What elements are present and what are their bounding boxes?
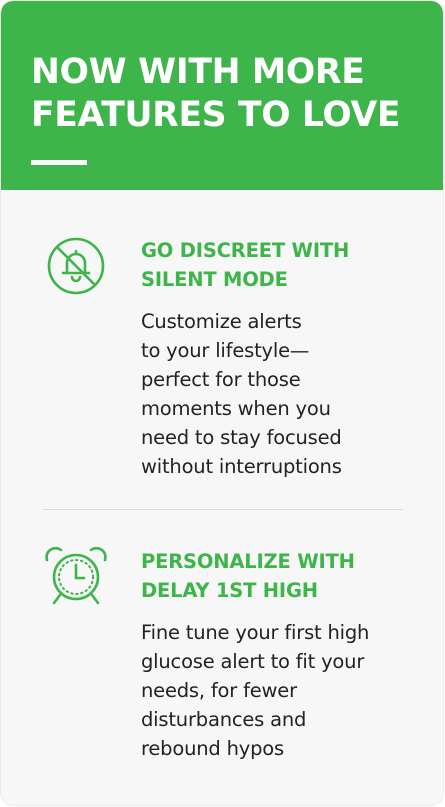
feature-desc-line: to your lifestyle— (141, 339, 310, 362)
feature-desc-line: rebound hypos (141, 737, 284, 760)
feature-desc-line: glucose alert to fit your (141, 650, 365, 673)
feature-title-line: SILENT MODE (141, 268, 288, 291)
header-title: NOW WITH MORE FEATURES TO LOVE (31, 51, 431, 137)
feature-title-line: DELAY 1ST HIGH (141, 579, 318, 602)
silent-mode-description: Customize alerts to your lifestyle— perf… (141, 307, 342, 481)
feature-desc-line: perfect for those (141, 368, 301, 391)
header-title-line: NOW WITH MORE (31, 52, 365, 92)
feature-title-line: GO DISCREET WITH (141, 239, 350, 262)
feature-desc-line: needs, for fewer (141, 679, 297, 702)
feature-desc-line: moments when you (141, 397, 331, 420)
feature-title-line: PERSONALIZE WITH (141, 550, 355, 573)
silent-mode-title: GO DISCREET WITH SILENT MODE (141, 236, 421, 294)
section-divider (43, 509, 403, 510)
feature-desc-line: Customize alerts (141, 310, 302, 333)
feature-desc-line: need to stay focused (141, 426, 342, 449)
feature-desc-line: Fine tune your first high (141, 621, 370, 644)
feature-desc-line: without interruptions (141, 455, 342, 478)
card-header: NOW WITH MORE FEATURES TO LOVE (1, 1, 443, 190)
bell-off-icon (47, 237, 105, 295)
delay-first-high-title: PERSONALIZE WITH DELAY 1ST HIGH (141, 547, 421, 605)
feature-desc-line: disturbances and (141, 708, 307, 731)
features-card: NOW WITH MORE FEATURES TO LOVE GO DISCRE… (1, 1, 443, 805)
delay-first-high-description: Fine tune your first high glucose alert … (141, 618, 369, 763)
header-underline (31, 160, 87, 165)
header-title-line: FEATURES TO LOVE (31, 95, 401, 135)
alarm-clock-icon (45, 546, 107, 605)
